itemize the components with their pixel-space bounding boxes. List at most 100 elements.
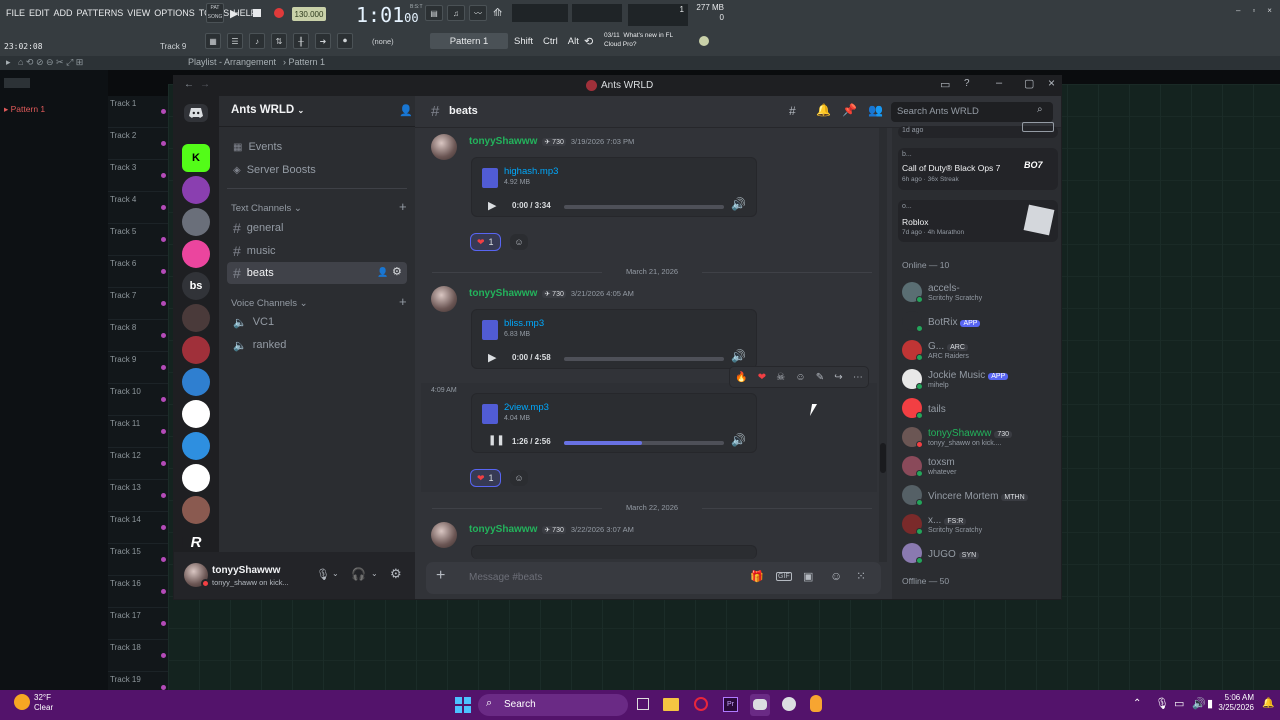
user-name[interactable]: tonyyShawww: [212, 565, 280, 576]
track-header[interactable]: Track 9: [108, 352, 168, 384]
voice-channels-category[interactable]: Voice Channels ⌄: [231, 298, 308, 309]
member-row[interactable]: tails: [898, 394, 1058, 424]
fl-menu-view[interactable]: VIEW: [127, 8, 150, 18]
gif-icon[interactable]: GIF: [776, 572, 792, 581]
fl-menu-file[interactable]: FILE: [6, 8, 25, 18]
microphone-icon[interactable]: 🎙: [316, 568, 330, 581]
track-header[interactable]: Track 18: [108, 640, 168, 672]
close-icon[interactable]: ×: [1048, 76, 1055, 90]
pattern-selector[interactable]: Pattern 1: [430, 33, 508, 49]
activity-card[interactable]: b... Call of Duty® Black Ops 7 6h ago · …: [898, 148, 1058, 190]
bell-icon[interactable]: 🔔: [816, 103, 831, 117]
member-row[interactable]: JUGO SYN: [898, 539, 1058, 569]
server-icon[interactable]: [182, 304, 210, 332]
add-reaction-icon[interactable]: ☺: [510, 470, 528, 486]
pat-song-toggle[interactable]: PAT SONG: [206, 3, 224, 23]
fl-menu-add[interactable]: ADD: [54, 8, 73, 18]
more-icon[interactable]: ⋯: [853, 372, 863, 383]
gift-icon[interactable]: 🎁: [750, 570, 764, 583]
server-icon[interactable]: [182, 464, 210, 492]
track-header[interactable]: Track 17: [108, 608, 168, 640]
discord-home-icon[interactable]: [184, 104, 208, 122]
server-icon[interactable]: [182, 496, 210, 524]
pause-icon[interactable]: ❚❚: [488, 435, 505, 446]
mic-icon[interactable]: ⏺: [337, 33, 353, 49]
server-icon[interactable]: bs: [182, 272, 210, 300]
server-name[interactable]: Ants WRLD ⌄: [231, 104, 304, 116]
taskbar-clock[interactable]: 5:06 AM 3/25/2026: [1212, 693, 1254, 713]
playlist-arrow-icon[interactable]: ▸: [6, 57, 11, 68]
audio-filename[interactable]: highash.mp3: [504, 166, 558, 177]
channel-music[interactable]: # music: [227, 240, 407, 262]
back-arrow-icon[interactable]: ←: [184, 79, 194, 90]
edit-icon[interactable]: ✎: [816, 372, 824, 383]
track-header[interactable]: Track 15: [108, 544, 168, 576]
arrow-icon[interactable]: ➜: [315, 33, 331, 49]
tray-chevron-icon[interactable]: ⌃: [1133, 698, 1141, 709]
apps-icon[interactable]: ⁙: [856, 569, 866, 583]
fire-icon[interactable]: 🔥: [735, 372, 747, 383]
news-panel[interactable]: 03/11 What's new in FL Cloud Pro?: [604, 31, 673, 49]
premiere-pro-icon[interactable]: Pr: [723, 697, 738, 712]
emoji-icon[interactable]: ☺: [830, 569, 842, 583]
track-header[interactable]: Track 6: [108, 256, 168, 288]
playlist-tools[interactable]: ⌂ ⟲ ⊘ ⊖ ✂ ⤢ ⊞: [18, 57, 83, 68]
pattern-item[interactable]: ▸ Pattern 1: [4, 104, 45, 115]
message-scrollbar-thumb[interactable]: [880, 443, 886, 473]
channel-general[interactable]: # general: [227, 217, 407, 239]
tray-monitor-icon[interactable]: ▭: [1174, 697, 1184, 710]
add-reaction-icon[interactable]: ☺: [795, 372, 805, 383]
member-row[interactable]: x... FS:R Scritchy Scratchy: [898, 510, 1058, 540]
help-icon[interactable]: ?: [964, 78, 970, 89]
track-header[interactable]: Track 16: [108, 576, 168, 608]
play-icon[interactable]: ▶: [230, 7, 238, 20]
message-author[interactable]: tonyyShawww: [469, 136, 537, 147]
member-row[interactable]: G... ARC ARC Raiders: [898, 336, 1058, 366]
member-row[interactable]: Jockie Music APP mihelp: [898, 365, 1058, 395]
track-header[interactable]: Track 14: [108, 512, 168, 544]
wave-icon[interactable]: 〰: [469, 5, 487, 21]
fl-cloud-icon[interactable]: [699, 36, 709, 46]
member-row[interactable]: toxsm whatever: [898, 452, 1058, 482]
text-channels-category[interactable]: Text Channels ⌄: [231, 203, 302, 214]
audio-progress[interactable]: [564, 441, 724, 445]
server-icon[interactable]: [182, 432, 210, 460]
voice-channel-ranked[interactable]: 🔈 ranked: [227, 334, 407, 356]
forward-arrow-icon[interactable]: →: [200, 79, 210, 90]
track-header[interactable]: Track 8: [108, 320, 168, 352]
track-header[interactable]: Track 3: [108, 160, 168, 192]
add-voice-channel-icon[interactable]: +: [399, 294, 407, 309]
taskbar-search[interactable]: ⌕ Search: [478, 694, 628, 716]
weather-widget[interactable]: 32°F Clear: [34, 693, 53, 713]
windows-start-icon[interactable]: [455, 697, 471, 713]
author-avatar[interactable]: [431, 134, 457, 160]
sticker-icon[interactable]: ▣: [803, 570, 813, 583]
track-header[interactable]: Track 12: [108, 448, 168, 480]
inbox-icon[interactable]: ▭: [940, 78, 950, 91]
user-settings-gear-icon[interactable]: ⚙: [390, 566, 402, 582]
gear-icon[interactable]: ⚙: [392, 265, 402, 278]
message-author[interactable]: tonyyShawww: [469, 524, 537, 535]
skull-icon[interactable]: ☠: [776, 372, 785, 383]
record-icon[interactable]: [274, 8, 284, 18]
message-author[interactable]: tonyyShawww: [469, 288, 537, 299]
reaction-heart[interactable]: ❤ 1: [470, 233, 501, 251]
stop-icon[interactable]: [253, 9, 261, 17]
channel-beats[interactable]: # beats 👤 ⚙: [227, 262, 407, 284]
notification-bell-icon[interactable]: 🔔: [1262, 698, 1274, 709]
browser-icon[interactable]: ⇅: [271, 33, 287, 49]
fl-studio-taskbar-icon[interactable]: [810, 695, 822, 712]
track-header[interactable]: Track 7: [108, 288, 168, 320]
mic-chevron-icon[interactable]: ⌄: [332, 569, 339, 578]
news-icon[interactable]: ⟲: [584, 35, 593, 48]
tray-mic-icon[interactable]: 🎙: [1155, 697, 1169, 710]
track-header[interactable]: Track 10: [108, 384, 168, 416]
server-icon[interactable]: [182, 240, 210, 268]
volume-icon[interactable]: 🔊: [731, 433, 746, 447]
pattern-none[interactable]: (none): [372, 37, 394, 46]
audio-filename[interactable]: 2view.mp3: [504, 402, 549, 413]
track-header[interactable]: Track 2: [108, 128, 168, 160]
threads-icon[interactable]: #: [789, 104, 796, 118]
author-avatar[interactable]: [431, 286, 457, 312]
activity-card[interactable]: 1d ago: [898, 122, 1058, 138]
